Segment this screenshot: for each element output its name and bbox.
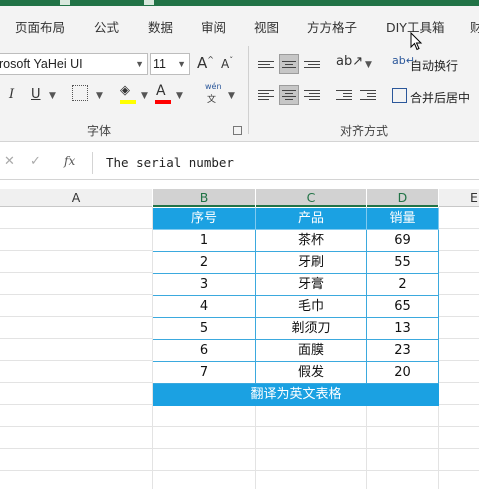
- paint-bucket-icon: ◈: [120, 83, 130, 98]
- column-header-b[interactable]: B: [153, 189, 255, 207]
- table-cell[interactable]: 2: [153, 252, 256, 274]
- chevron-down-icon[interactable]: ▼: [228, 91, 235, 101]
- cancel-formula-button[interactable]: ✕: [4, 154, 15, 169]
- group-divider: [248, 46, 249, 134]
- table-cell[interactable]: 7: [153, 362, 256, 384]
- alignment-group-label: 对齐方式: [340, 124, 389, 138]
- table-cell[interactable]: 23: [367, 340, 439, 362]
- table-cell[interactable]: 6: [153, 340, 256, 362]
- chevron-down-icon[interactable]: ▼: [96, 91, 103, 101]
- decrease-indent-icon[interactable]: [334, 85, 354, 105]
- gridline: [0, 426, 479, 427]
- decrease-font-label: A: [221, 57, 230, 71]
- tab-review[interactable]: 审阅: [201, 17, 226, 36]
- column-header-d[interactable]: D: [367, 189, 438, 207]
- chevron-down-icon[interactable]: ▼: [176, 91, 183, 101]
- increase-font-button[interactable]: A^: [197, 54, 214, 72]
- table-cell[interactable]: 牙刷: [256, 252, 367, 274]
- gridline: [0, 448, 479, 449]
- font-size-select[interactable]: 11 ▼: [150, 53, 190, 75]
- table-cell[interactable]: 2: [367, 274, 439, 296]
- phonetic-guide-button[interactable]: wén: [205, 82, 222, 91]
- wrap-text-button[interactable]: 自动换行: [410, 57, 458, 74]
- table-cell[interactable]: 13: [367, 318, 439, 340]
- table-cell[interactable]: 65: [367, 296, 439, 318]
- merge-center-icon: [392, 88, 407, 103]
- align-left-icon[interactable]: [256, 85, 276, 105]
- formula-input[interactable]: The serial number: [106, 155, 234, 170]
- align-right-icon[interactable]: [302, 85, 322, 105]
- font-name-value: rosoft YaHei UI: [0, 57, 83, 71]
- merge-center-button[interactable]: 合并后居中: [410, 89, 470, 106]
- align-bottom-icon[interactable]: [302, 54, 322, 74]
- tab-page-layout[interactable]: 页面布局: [15, 17, 65, 36]
- tab-fangfang-gezi[interactable]: 方方格子: [307, 17, 357, 36]
- chevron-down-icon[interactable]: ▼: [49, 91, 56, 101]
- table-cell[interactable]: 3: [153, 274, 256, 296]
- enter-formula-button[interactable]: ✓: [30, 154, 41, 169]
- table-cell[interactable]: 假发: [256, 362, 367, 384]
- table-cell[interactable]: 5: [153, 318, 256, 340]
- font-color-swatch: [155, 100, 171, 104]
- italic-button[interactable]: I: [9, 87, 14, 102]
- align-center-icon[interactable]: [279, 85, 299, 105]
- table-header-cell[interactable]: 产品: [256, 208, 367, 230]
- fill-color-swatch: [120, 100, 136, 104]
- table-cell[interactable]: 面膜: [256, 340, 367, 362]
- fill-color-button[interactable]: ◈: [120, 83, 136, 104]
- table-cell[interactable]: 毛巾: [256, 296, 367, 318]
- font-size-value: 11: [153, 57, 166, 71]
- align-top-icon[interactable]: [256, 54, 276, 74]
- table-cell[interactable]: 55: [367, 252, 439, 274]
- chevron-down-icon: ▼: [177, 59, 186, 69]
- tab-finance[interactable]: 财: [470, 17, 479, 36]
- formula-bar: ✕ ✓ fx The serial number: [0, 146, 479, 180]
- table-header-cell[interactable]: 销量: [367, 208, 439, 230]
- formula-bar-divider: [92, 152, 93, 174]
- underline-button[interactable]: U: [31, 87, 41, 102]
- table-cell[interactable]: 剃须刀: [256, 318, 367, 340]
- borders-icon[interactable]: [72, 85, 88, 101]
- gridline: [0, 470, 479, 471]
- column-header-c[interactable]: C: [256, 189, 366, 207]
- table-cell[interactable]: 牙膏: [256, 274, 367, 296]
- font-name-select[interactable]: rosoft YaHei UI ▼: [0, 53, 148, 75]
- font-color-button[interactable]: A: [155, 83, 171, 104]
- orientation-icon[interactable]: ab↗: [336, 54, 363, 69]
- font-dialog-launcher-icon[interactable]: [233, 126, 242, 135]
- ribbon-tab-bar: 页面布局 公式 数据 审阅 视图 方方格子 DIY工具箱 财: [0, 6, 479, 38]
- chevron-down-icon[interactable]: ▼: [365, 60, 372, 70]
- decrease-font-button[interactable]: Aˇ: [221, 56, 233, 71]
- increase-indent-icon[interactable]: [358, 85, 378, 105]
- column-header-a[interactable]: A: [0, 189, 152, 207]
- window-control-mark: [60, 0, 70, 5]
- table-cell[interactable]: 69: [367, 230, 439, 252]
- tab-view[interactable]: 视图: [254, 17, 279, 36]
- table-header-cell[interactable]: 序号: [153, 208, 256, 230]
- mouse-pointer-icon: [410, 32, 423, 51]
- table-cell[interactable]: 茶杯: [256, 230, 367, 252]
- chevron-down-icon: ▼: [135, 59, 144, 69]
- column-header-e[interactable]: E: [439, 189, 479, 207]
- table-cell[interactable]: 1: [153, 230, 256, 252]
- tab-data[interactable]: 数据: [148, 17, 173, 36]
- insert-function-button[interactable]: fx: [64, 154, 75, 168]
- align-middle-icon[interactable]: [279, 54, 299, 74]
- ribbon: rosoft YaHei UI ▼ 11 ▼ A^ Aˇ I U ▼ ▼ ◈ ▼…: [0, 38, 479, 142]
- table-footer-merged-cell[interactable]: 翻译为英文表格: [153, 384, 439, 406]
- phonetic-guide-icon: 文: [207, 95, 217, 105]
- table-cell[interactable]: 4: [153, 296, 256, 318]
- window-control-mark: [144, 0, 154, 5]
- tab-formulas[interactable]: 公式: [94, 17, 119, 36]
- increase-font-label: A: [197, 54, 208, 72]
- chevron-down-icon[interactable]: ▼: [141, 91, 148, 101]
- font-group-label: 字体: [87, 124, 112, 138]
- table-cell[interactable]: 20: [367, 362, 439, 384]
